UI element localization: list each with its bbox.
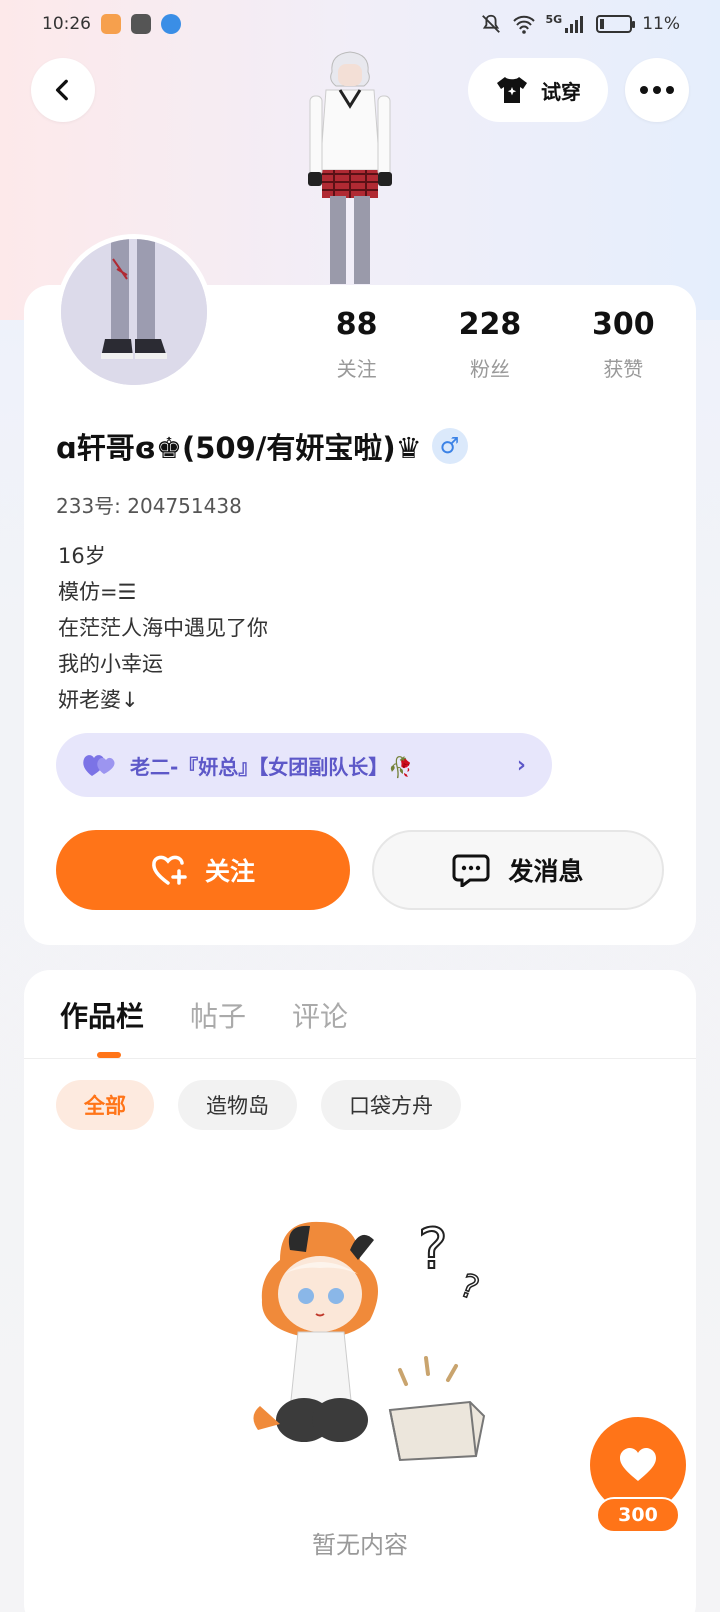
mute-icon bbox=[481, 14, 500, 33]
bio-line: 我的小幸运 bbox=[58, 652, 163, 676]
chip-pocket-ark[interactable]: 口袋方舟 bbox=[321, 1080, 461, 1130]
bio-line: 妍老婆↓ bbox=[58, 688, 139, 712]
stat-value: 88 bbox=[335, 307, 378, 342]
battery-icon bbox=[596, 15, 636, 33]
tab-posts[interactable]: 帖子 bbox=[190, 995, 246, 1035]
tab-comments[interactable]: 评论 bbox=[292, 995, 348, 1035]
tab-divider bbox=[24, 1058, 696, 1059]
avatar-3d-figure bbox=[308, 51, 392, 284]
svg-text:?: ? bbox=[455, 1266, 484, 1308]
heart-plus-icon bbox=[152, 855, 187, 885]
stat-followers[interactable]: 228 粉丝 bbox=[423, 305, 556, 395]
avatar[interactable] bbox=[56, 234, 212, 390]
svg-text:?: ? bbox=[418, 1217, 448, 1282]
filter-chips: 全部 造物岛 口袋方舟 bbox=[56, 1080, 461, 1130]
status-time: 10:26 bbox=[42, 14, 91, 34]
stat-value: 228 bbox=[458, 307, 522, 342]
battery-level: 11% bbox=[642, 14, 680, 34]
more-button[interactable] bbox=[625, 58, 689, 122]
message-button[interactable]: 发消息 bbox=[372, 830, 664, 910]
tshirt-icon bbox=[497, 77, 527, 103]
chip-all[interactable]: 全部 bbox=[56, 1080, 154, 1130]
stat-label: 关注 bbox=[336, 357, 377, 381]
try-on-label: 试穿 bbox=[541, 79, 581, 104]
back-button[interactable] bbox=[31, 58, 95, 122]
heart-icon bbox=[620, 1448, 656, 1481]
chip-creation-island[interactable]: 造物岛 bbox=[178, 1080, 297, 1130]
gender-male-icon: ♂ bbox=[431, 428, 468, 464]
avatar-image bbox=[61, 239, 207, 385]
relation-text: 老二-『妍总』【女团副队长】🥀 bbox=[130, 754, 414, 779]
follow-button[interactable]: 关注 bbox=[56, 830, 350, 910]
network-type: 5G bbox=[545, 12, 563, 26]
user-nickname-row: ɑ轩哥ɞ♚(509/有妍宝啦)♛ ♂ bbox=[56, 425, 468, 467]
relation-badge[interactable]: 老二-『妍总』【女团副队长】🥀 › bbox=[56, 733, 552, 797]
stat-label: 获赞 bbox=[603, 357, 644, 381]
bio-line: 模仿=☰ bbox=[58, 580, 137, 604]
upload-notification-icon bbox=[131, 14, 151, 34]
stat-likes[interactable]: 300 获赞 bbox=[557, 305, 690, 395]
try-on-button[interactable]: 试穿 bbox=[468, 58, 608, 122]
empty-state-illustration: ? ? bbox=[253, 1216, 486, 1462]
stat-value: 300 bbox=[592, 307, 655, 342]
chat-bubble-icon bbox=[452, 854, 490, 887]
wifi-icon bbox=[512, 15, 535, 34]
user-bio: 16岁 模仿=☰ 在茫茫人海中遇见了你 我的小幸运 妍老婆↓ bbox=[58, 538, 268, 718]
bio-line: 在茫茫人海中遇见了你 bbox=[58, 616, 268, 640]
like-count: 300 bbox=[596, 1497, 680, 1533]
user-nickname: ɑ轩哥ɞ♚(509/有妍宝啦)♛ bbox=[56, 431, 422, 465]
chevron-right-icon: › bbox=[516, 752, 526, 778]
tab-works[interactable]: 作品栏 bbox=[60, 995, 144, 1035]
profile-stats: 88 关注 228 粉丝 300 获赞 bbox=[290, 305, 690, 395]
signal-icon bbox=[565, 16, 584, 33]
stat-following[interactable]: 88 关注 bbox=[290, 305, 423, 395]
stat-label: 粉丝 bbox=[469, 357, 510, 381]
status-bar: 10:26 5G 11% bbox=[0, 0, 720, 48]
app-notification-icon bbox=[101, 14, 121, 34]
follow-label: 关注 bbox=[204, 857, 255, 886]
content-tabs: 作品栏 帖子 评论 bbox=[60, 995, 348, 1035]
message-label: 发消息 bbox=[508, 857, 584, 886]
chevron-left-icon bbox=[55, 79, 68, 101]
bio-line: 16岁 bbox=[58, 544, 106, 568]
browser-notification-icon bbox=[161, 14, 181, 34]
double-heart-icon bbox=[83, 755, 115, 776]
more-dots-icon bbox=[640, 86, 674, 94]
user-id[interactable]: 233号: 204751438 bbox=[56, 490, 242, 519]
